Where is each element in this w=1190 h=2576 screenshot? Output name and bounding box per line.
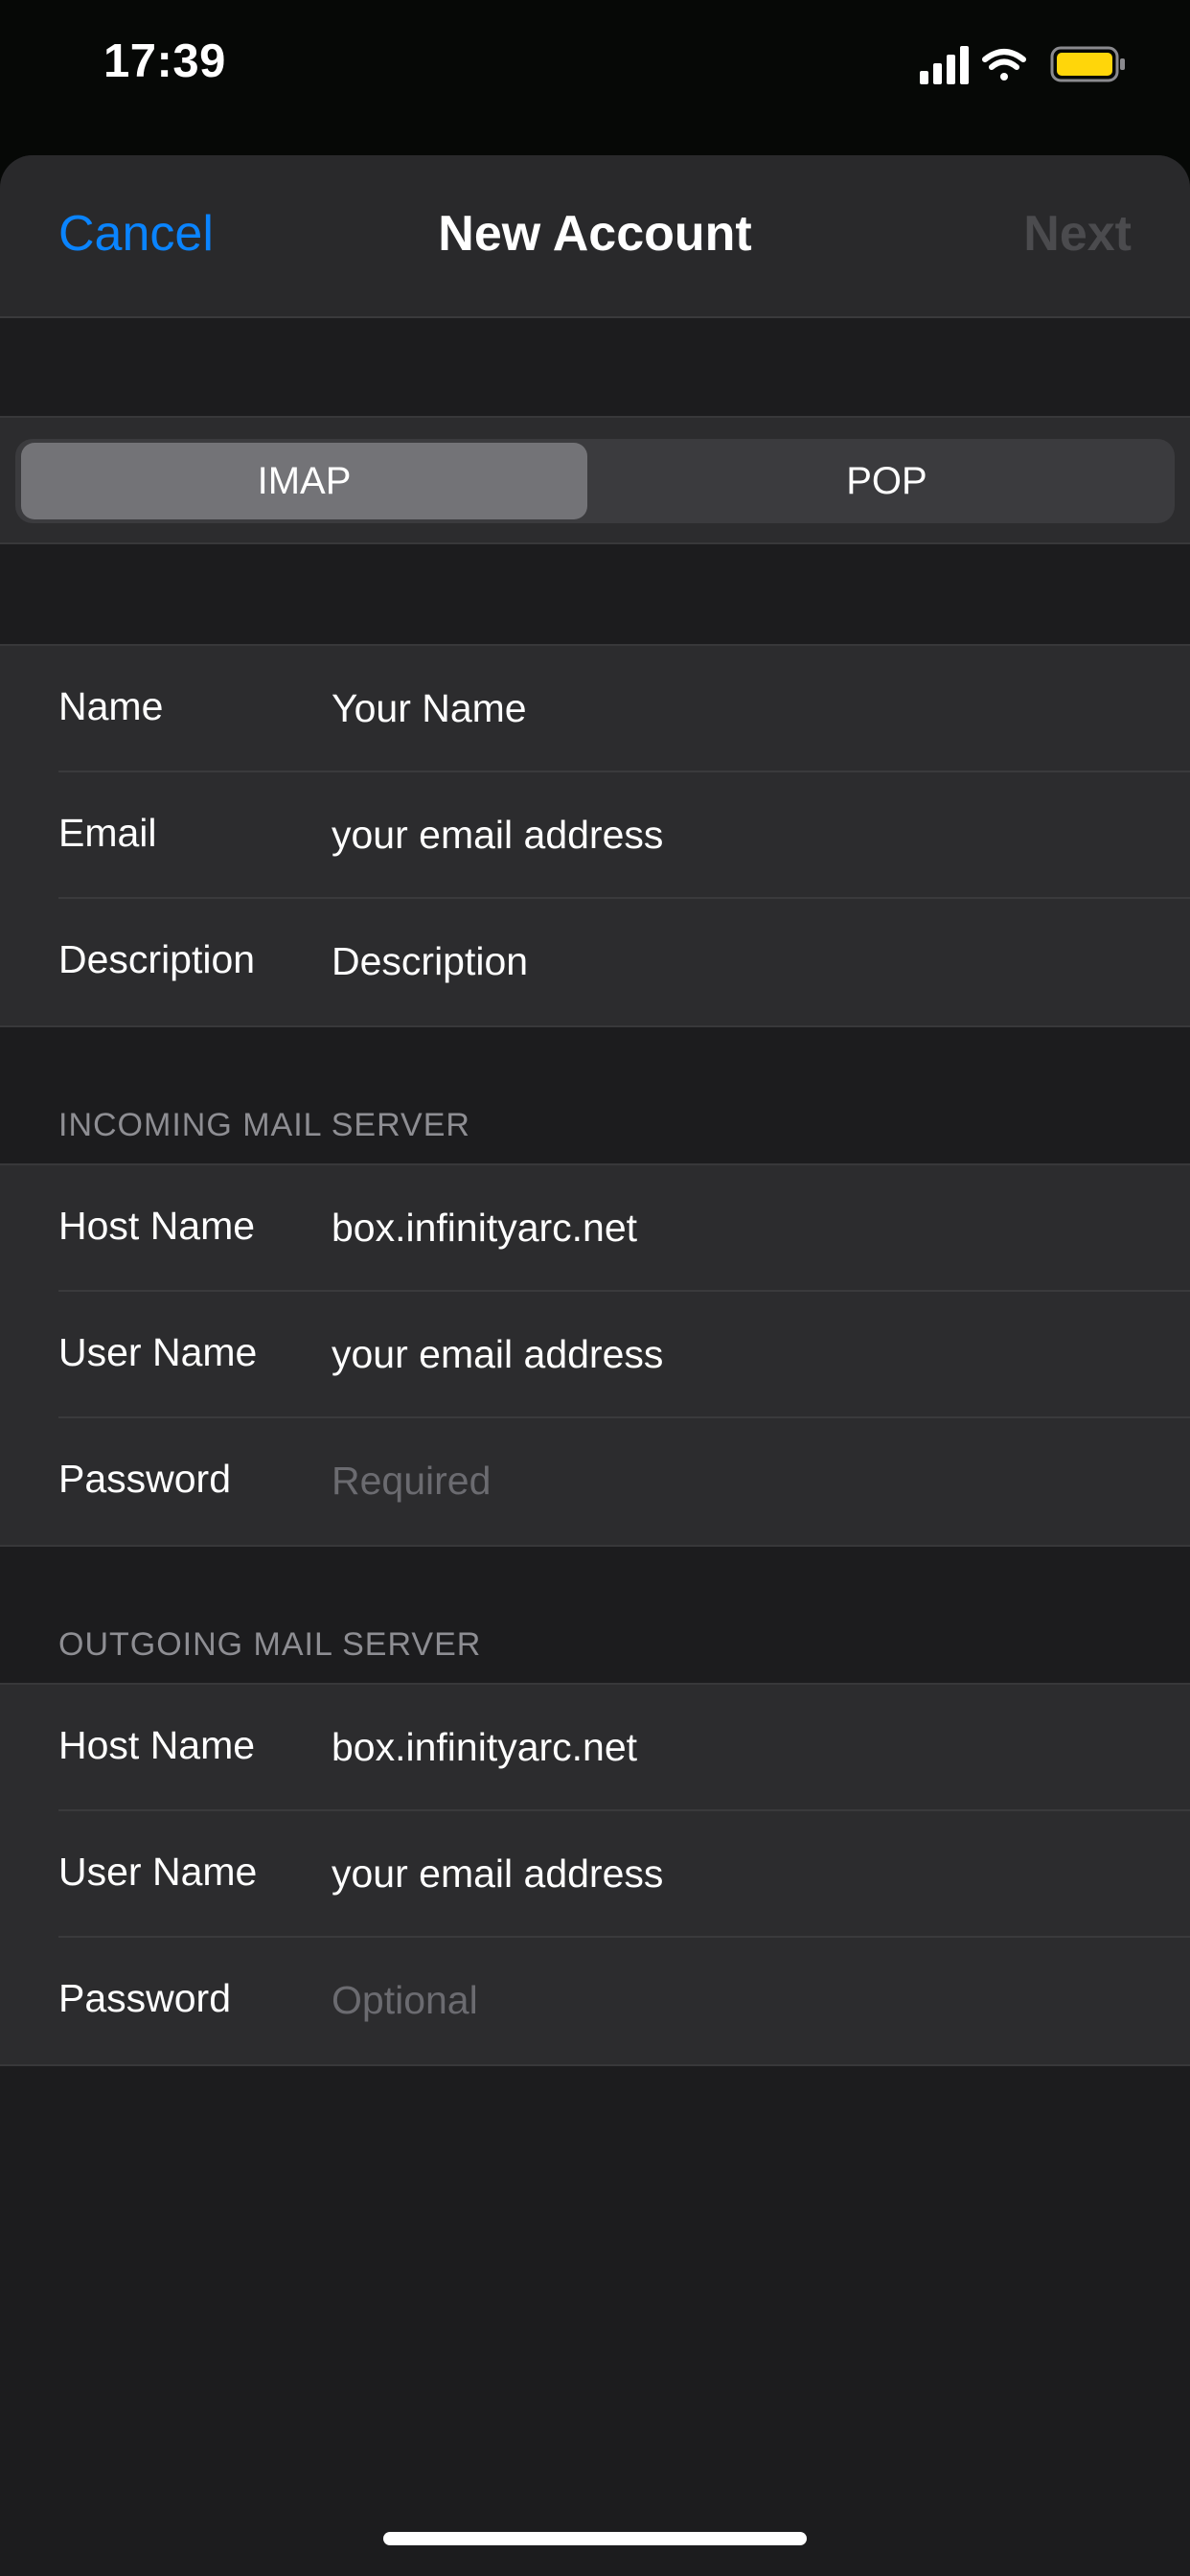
email-row[interactable]: Email your email address xyxy=(0,772,1190,899)
incoming-username-row[interactable]: User Name your email address xyxy=(0,1292,1190,1418)
status-time: 17:39 xyxy=(103,35,226,87)
outgoing-username-row[interactable]: User Name your email address xyxy=(0,1811,1190,1938)
outgoing-password-row[interactable]: Password Optional xyxy=(0,1938,1190,2064)
description-row[interactable]: Description Description xyxy=(0,899,1190,1025)
incoming-username-label: User Name xyxy=(58,1330,258,1374)
status-icons xyxy=(920,42,1131,88)
outgoing-password-field[interactable]: Optional xyxy=(332,1978,478,2023)
new-account-sheet: Cancel New Account Next IMAP POP Name Yo… xyxy=(0,155,1190,2576)
description-field[interactable]: Description xyxy=(332,939,528,984)
account-type-segmented-control: IMAP POP xyxy=(15,439,1175,523)
outgoing-server-group: Host Name box.infinityarc.net User Name … xyxy=(0,1683,1190,2066)
outgoing-host-field[interactable]: box.infinityarc.net xyxy=(332,1725,637,1770)
description-label: Description xyxy=(58,937,256,981)
incoming-host-field[interactable]: box.infinityarc.net xyxy=(332,1206,637,1251)
incoming-password-row[interactable]: Password Required xyxy=(0,1418,1190,1545)
cellular-signal-icon xyxy=(920,46,969,84)
outgoing-section-header: OUTGOING MAIL SERVER xyxy=(58,1626,482,1663)
name-field[interactable]: Your Name xyxy=(332,686,527,731)
home-indicator[interactable] xyxy=(383,2532,807,2545)
incoming-section-header: INCOMING MAIL SERVER xyxy=(58,1107,470,1143)
next-button[interactable]: Next xyxy=(1023,205,1132,263)
incoming-server-group: Host Name box.infinityarc.net User Name … xyxy=(0,1163,1190,1547)
email-field[interactable]: your email address xyxy=(332,813,663,858)
battery-icon xyxy=(1050,46,1125,82)
incoming-username-field[interactable]: your email address xyxy=(332,1332,663,1377)
incoming-host-row[interactable]: Host Name box.infinityarc.net xyxy=(0,1165,1190,1292)
outgoing-password-label: Password xyxy=(58,1976,232,2020)
status-bar: 17:39 xyxy=(0,0,1190,153)
outgoing-host-row[interactable]: Host Name box.infinityarc.net xyxy=(0,1685,1190,1811)
incoming-password-field[interactable]: Required xyxy=(332,1459,491,1504)
segment-imap[interactable]: IMAP xyxy=(21,443,587,519)
name-label: Name xyxy=(58,684,164,728)
outgoing-host-label: Host Name xyxy=(58,1723,256,1767)
outgoing-username-field[interactable]: your email address xyxy=(332,1852,663,1897)
navigation-bar: Cancel New Account Next xyxy=(0,155,1190,318)
name-row[interactable]: Name Your Name xyxy=(0,646,1190,772)
wifi-icon xyxy=(982,49,1026,80)
account-info-group: Name Your Name Email your email address … xyxy=(0,644,1190,1027)
segment-pop[interactable]: POP xyxy=(604,443,1170,519)
incoming-host-label: Host Name xyxy=(58,1204,256,1248)
page-title: New Account xyxy=(438,206,752,262)
email-label: Email xyxy=(58,811,157,855)
account-type-band: IMAP POP xyxy=(0,416,1190,544)
outgoing-username-label: User Name xyxy=(58,1850,258,1894)
incoming-password-label: Password xyxy=(58,1457,232,1501)
